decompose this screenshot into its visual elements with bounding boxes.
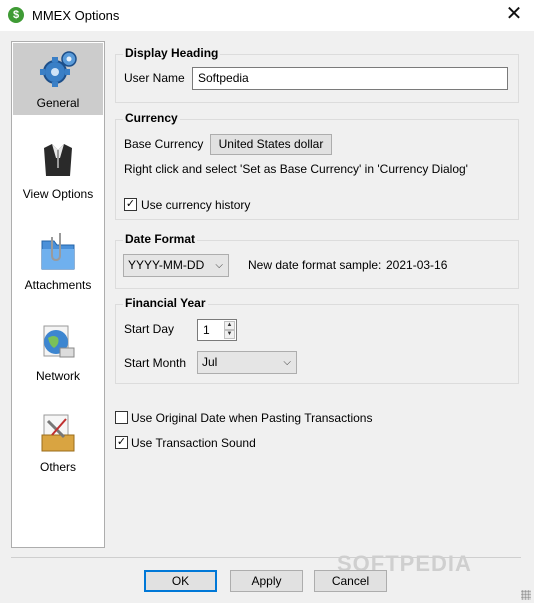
sidebar-item-attachments[interactable]: Attachments [13,225,103,297]
view-options-icon [44,144,72,176]
globe-icon [43,325,75,358]
use-transaction-sound-label[interactable]: Use Transaction Sound [131,436,256,450]
sidebar-item-label: View Options [22,187,94,201]
financial-year-group: Financial Year Start Day 1 ▲ ▼ Start Mon… [115,296,519,384]
date-sample-label: New date format sample: [248,258,382,272]
date-format-select[interactable]: YYYY-MM-DD ⌵ [123,254,229,277]
use-original-date-label[interactable]: Use Original Date when Pasting Transacti… [131,411,372,425]
date-sample-value: 2021-03-16 [386,258,448,272]
resize-grip[interactable] [521,590,531,600]
use-currency-history-label[interactable]: Use currency history [141,198,250,212]
start-month-value: Jul [202,355,218,369]
apply-button[interactable]: Apply [230,570,303,592]
sidebar-item-label: Others [39,460,76,474]
start-day-spinner[interactable]: 1 ▲ ▼ [197,319,237,341]
app-dollar-icon: $ [8,7,24,23]
display-heading-group: Display Heading User Name Softpedia [115,46,519,103]
gear-icon [40,51,77,87]
use-transaction-sound-checkbox[interactable]: ✓ [115,436,128,449]
group-title: Financial Year [123,296,208,310]
start-day-label: Start Day [124,322,175,336]
currency-group: Currency Base Currency United States dol… [115,111,519,220]
spin-down-icon[interactable]: ▼ [224,330,235,339]
window-title: MMEX Options [32,8,120,23]
paperclip-folder-icon [41,233,75,270]
sidebar-item-label: Network [35,369,80,383]
date-format-group: Date Format YYYY-MM-DD ⌵ New date format… [115,232,519,289]
options-sidebar: General View Options Attachments Network [11,41,105,548]
sidebar-item-view-options[interactable]: View Options [13,134,103,206]
sidebar-item-label: General [36,96,80,110]
chevron-down-icon: ⌵ [215,260,223,271]
group-title: Currency [123,111,180,125]
cancel-button[interactable]: Cancel [314,570,387,592]
start-month-label: Start Month [124,356,187,370]
sidebar-item-network[interactable]: Network [13,316,103,388]
title-bar: $ MMEX Options ✕ [0,0,534,31]
user-name-input[interactable]: Softpedia [192,67,508,90]
start-month-select[interactable]: Jul ⌵ [197,351,297,374]
spin-up-icon[interactable]: ▲ [224,321,235,330]
sidebar-item-others[interactable]: Others [13,407,103,479]
sidebar-item-general[interactable]: General [13,43,103,115]
sidebar-item-label: Attachments [24,278,92,292]
ok-button[interactable]: OK [144,570,217,592]
use-currency-history-checkbox[interactable]: ✓ [124,198,137,211]
start-day-value: 1 [203,323,210,337]
user-name-label: User Name [124,71,185,85]
group-title: Date Format [123,232,198,246]
base-currency-hint: Right click and select 'Set as Base Curr… [124,162,468,176]
group-title: Display Heading [123,46,221,60]
close-icon[interactable]: ✕ [504,4,524,24]
base-currency-label: Base Currency [124,137,204,151]
use-original-date-checkbox[interactable] [115,411,128,424]
base-currency-button[interactable]: United States dollar [210,134,332,155]
chevron-down-icon: ⌵ [283,357,291,368]
toolbox-icon [41,414,75,452]
date-format-value: YYYY-MM-DD [128,258,205,272]
